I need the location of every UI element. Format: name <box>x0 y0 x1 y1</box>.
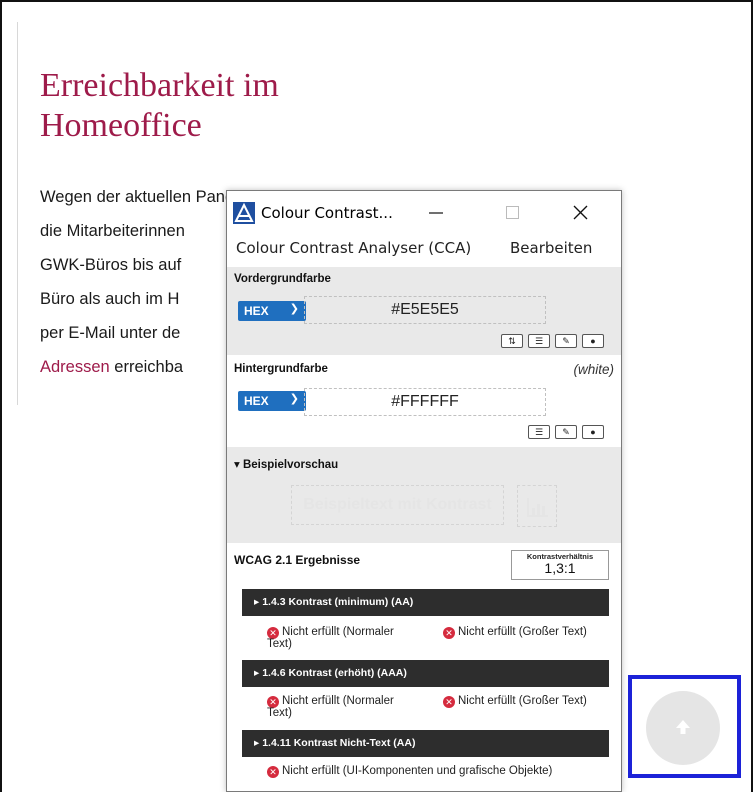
result-label: Nicht erfüllt (Großer Text) <box>458 626 587 638</box>
fail-icon: ✕ <box>267 766 279 778</box>
menu-cca[interactable]: Colour Contrast Analyser (CCA) <box>236 239 471 257</box>
page-title: Erreichbarkeit im Homeoffice <box>40 67 279 144</box>
result-large-text: ✕ Nicht erfüllt (Großer Text) <box>443 626 621 639</box>
background-format-label: HEX <box>244 394 269 408</box>
cca-menubar: Colour Contrast Analyser (CCA) Bearbeite… <box>227 235 621 263</box>
foreground-format-label: HEX <box>244 304 269 318</box>
scroll-to-top-button[interactable] <box>646 691 720 765</box>
result-normal-text: ✕ Nicht erfüllt (Normaler Text) <box>267 626 417 650</box>
chart-icon <box>527 498 548 517</box>
eyedropper-icon: ✎ <box>562 427 570 437</box>
cca-titlebar[interactable]: Colour Contrast... <box>227 191 621 235</box>
preview-sample-text: Beispieltext mit Kontrast <box>291 485 504 525</box>
criterion-1-4-3[interactable]: ▸ 1.4.3 Kontrast (minimum) (AA) <box>242 589 609 616</box>
background-section: Hintergrundfarbe HEX ❯ #FFFFFF ☰ ✎ ● <box>227 355 621 447</box>
help-icon: ● <box>590 336 596 346</box>
result-label: Nicht erfüllt (Großer Text) <box>458 695 587 707</box>
background-eyedropper-button[interactable]: ✎ <box>555 425 577 439</box>
addresses-link[interactable]: Adressen <box>40 358 110 376</box>
preview-toggle[interactable]: ▾ Beispielvorschau <box>234 457 338 471</box>
help-icon: ● <box>590 427 596 437</box>
maximize-button[interactable] <box>493 196 533 230</box>
chevron-down-icon: ❯ <box>289 303 299 315</box>
menu-edit[interactable]: Bearbeiten <box>510 239 592 257</box>
background-hex-input[interactable]: #FFFFFF <box>304 388 546 416</box>
foreground-hex-input[interactable]: #E5E5E5 <box>304 296 546 324</box>
result-large-text: ✕ Nicht erfüllt (Großer Text) <box>443 695 621 708</box>
sliders-icon: ☰ <box>534 336 544 346</box>
result-non-text: ✕ Nicht erfüllt (UI-Komponenten und grafi… <box>267 765 619 778</box>
background-sliders-button[interactable]: ☰ <box>528 425 550 439</box>
fail-icon: ✕ <box>443 696 455 708</box>
close-button[interactable] <box>561 196 601 230</box>
background-label: Hintergrundfarbe <box>234 363 328 375</box>
background-color-name: (white) <box>573 362 614 377</box>
preview-icon-box <box>517 485 557 527</box>
criterion-1-4-6[interactable]: ▸ 1.4.6 Kontrast (erhöht) (AAA) <box>242 660 609 687</box>
foreground-section: Vordergrundfarbe HEX ❯ #E5E5E5 ⇅ ☰ ✎ ● <box>227 267 621 355</box>
foreground-eyedropper-button[interactable]: ✎ <box>555 334 577 348</box>
arrow-up-icon <box>676 720 690 734</box>
cca-app-icon <box>233 202 255 224</box>
body-line-rest: erreichba <box>109 358 184 376</box>
chevron-down-icon: ❯ <box>289 393 299 405</box>
eyedropper-icon: ✎ <box>562 336 570 346</box>
result-label: Nicht erfüllt (Normaler Text) <box>267 626 394 650</box>
swap-icon: ⇅ <box>508 336 516 346</box>
contrast-ratio-box: Kontrastverhältnis 1,3:1 <box>511 550 609 580</box>
maximize-icon <box>506 206 519 219</box>
wcag-results-label: WCAG 2.1 Ergebnisse <box>234 553 361 567</box>
fail-icon: ✕ <box>443 627 455 639</box>
content-divider <box>17 22 18 405</box>
foreground-label: Vordergrundfarbe <box>234 273 331 285</box>
result-label: Nicht erfüllt (Normaler Text) <box>267 695 394 719</box>
cca-window: Colour Contrast... Colour Contrast Analy… <box>226 190 622 792</box>
cca-window-title: Colour Contrast... <box>261 204 393 222</box>
swap-colors-button[interactable]: ⇅ <box>501 334 523 348</box>
foreground-sliders-button[interactable]: ☰ <box>528 334 550 348</box>
background-format-select[interactable]: HEX ❯ <box>238 391 306 411</box>
sliders-icon: ☰ <box>534 427 544 437</box>
result-label: Nicht erfüllt (UI-Komponenten und grafis… <box>282 765 553 777</box>
minimize-button[interactable] <box>416 196 456 230</box>
contrast-ratio-value: 1,3:1 <box>544 560 576 576</box>
background-help-button[interactable]: ● <box>582 425 604 439</box>
criterion-1-4-11[interactable]: ▸ 1.4.11 Kontrast Nicht-Text (AA) <box>242 730 609 757</box>
foreground-help-button[interactable]: ● <box>582 334 604 348</box>
foreground-format-select[interactable]: HEX ❯ <box>238 301 306 321</box>
minimize-icon <box>429 212 443 214</box>
close-icon <box>573 205 588 220</box>
result-normal-text: ✕ Nicht erfüllt (Normaler Text) <box>267 695 417 719</box>
